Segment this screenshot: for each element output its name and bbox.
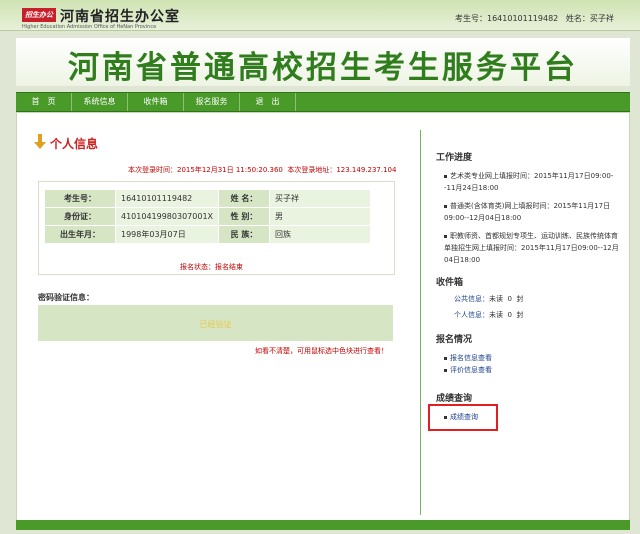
list-item: 艺术类专业网上填报时间：2015年11月17日09:00--11月24日18:0… [444, 170, 619, 194]
user-info: 考生号：16410101119482 姓名：买子祥 [455, 13, 614, 24]
top-bar: 招生办公 河南省招生办公室 Higher Education Admission… [0, 0, 640, 31]
exam-no: 16410101119482 [487, 14, 559, 23]
bullet-icon [444, 368, 447, 372]
exam-no-label: 考生号： [455, 14, 487, 23]
score-title: 成绩查询 [436, 394, 473, 404]
birth-label: 出生年月： [44, 225, 116, 244]
last-login-info: 本次登录时间：2015年12月31日 11:50:20.360 本次登录地址：1… [128, 165, 396, 175]
org-name-english: Higher Education Admission Office of HeN… [22, 24, 157, 30]
nav-system-info[interactable]: 系统信息 [72, 93, 128, 111]
inbox-public-status: 未读 [489, 295, 503, 303]
banner: 河南省普通高校招生考生服务平台 [16, 38, 630, 86]
bullet-icon [444, 415, 447, 419]
bullet-icon [444, 204, 447, 208]
main-nav: 首 页 系统信息 收件箱 报名服务 退 出 [16, 92, 630, 112]
list-item[interactable]: 成绩查询 [444, 411, 478, 423]
progress-item-text: 普通类(含体育类)网上填报时间：2015年11月17日09:00--12月04日… [444, 202, 611, 222]
password-verify-label: 密码验证信息： [38, 293, 94, 302]
view-evaluation-link[interactable]: 评价信息查看 [450, 366, 492, 374]
score-query-link[interactable]: 成绩查询 [450, 413, 478, 421]
exam-no-value: 16410101119482 [114, 189, 220, 208]
user-name-label: 姓名： [565, 14, 590, 23]
registration-status: 报名状态：报名结束 [180, 263, 243, 271]
progress-item-text: 艺术类专业网上填报时间：2015年11月17日09:00--11月24日18:0… [444, 172, 614, 192]
list-item: 普通类(含体育类)网上填报时间：2015年11月17日09:00--12月04日… [444, 200, 619, 224]
gender-value: 男 [269, 207, 372, 226]
progress-title: 工作进度 [436, 153, 473, 163]
inbox-personal-label: 个人信息： [454, 311, 489, 319]
profile-table: 考生号： 16410101119482 姓 名： 买子祥 身份证： 410104… [44, 189, 372, 244]
nav-registration[interactable]: 报名服务 [184, 93, 240, 111]
last-login-time: 2015年12月31日 11:50:20.360 [177, 166, 283, 174]
section-title: 个人信息 [50, 137, 99, 151]
down-arrow-icon [34, 134, 46, 149]
password-verify-text: 已经验证 [199, 320, 232, 329]
progress-list: 艺术类专业网上填报时间：2015年11月17日09:00--11月24日18:0… [444, 170, 619, 266]
inbox-personal-row[interactable]: 个人信息：未读 0 封 [454, 310, 523, 320]
inbox-personal-count: 0 [507, 311, 512, 319]
name-value: 买子祥 [269, 189, 372, 208]
id-label: 身份证： [44, 207, 116, 226]
inbox-public-label: 公共信息： [454, 295, 489, 303]
table-row: 出生年月： 1998年03月07日 民 族： 回族 [44, 225, 372, 244]
table-row: 身份证： 41010419980307001X 性 别： 男 [44, 207, 372, 226]
password-verify-block[interactable]: 已经验证 [38, 305, 393, 341]
bullet-icon [444, 234, 447, 238]
ethnic-value: 回族 [269, 225, 372, 244]
id-value: 41010419980307001X [114, 207, 220, 226]
bullet-icon [444, 174, 447, 178]
name-label: 姓 名： [218, 189, 271, 208]
logo: 招生办公 [22, 8, 56, 22]
column-divider [420, 130, 421, 515]
password-verify-hint: 如看不清楚，可用鼠标选中色块进行查看！ [255, 347, 388, 355]
inbox-personal-status: 未读 [489, 311, 503, 319]
last-login-addr-label: 本次登录地址： [287, 166, 337, 174]
inbox-public-unit: 封 [516, 295, 524, 303]
score-links: 成绩查询 [444, 411, 478, 423]
birth-value: 1998年03月07日 [114, 225, 220, 244]
inbox-public-count: 0 [507, 295, 512, 303]
list-item[interactable]: 评价信息查看 [444, 364, 492, 376]
registration-links: 报名信息查看 评价信息查看 [444, 352, 492, 376]
list-item[interactable]: 报名信息查看 [444, 352, 492, 364]
nav-logout[interactable]: 退 出 [240, 93, 296, 111]
table-row: 考生号： 16410101119482 姓 名： 买子祥 [44, 189, 372, 208]
gender-label: 性 别： [218, 207, 271, 226]
view-registration-link[interactable]: 报名信息查看 [450, 354, 492, 362]
exam-no-label: 考生号： [44, 189, 116, 208]
nav-home[interactable]: 首 页 [16, 93, 72, 111]
inbox-personal-unit: 封 [516, 311, 524, 319]
bullet-icon [444, 356, 447, 360]
platform-title: 河南省普通高校招生考生服务平台 [68, 50, 578, 86]
last-login-time-label: 本次登录时间： [128, 166, 177, 174]
org-name: 河南省招生办公室 [60, 9, 180, 25]
inbox-public-row[interactable]: 公共信息：未读 0 封 [454, 294, 523, 304]
inbox-title: 收件箱 [436, 278, 464, 288]
last-login-addr: 123.149.237.104 [336, 166, 397, 174]
user-name: 买子祥 [589, 14, 614, 23]
progress-item-text: 职教师资、首都规划专项生、运动训练、民族传统体育单独招生网上填报时间：2015年… [444, 232, 619, 264]
registration-title: 报名情况 [436, 335, 473, 345]
nav-inbox[interactable]: 收件箱 [128, 93, 184, 111]
footer-bar [16, 520, 630, 530]
list-item: 职教师资、首都规划专项生、运动训练、民族传统体育单独招生网上填报时间：2015年… [444, 230, 619, 266]
ethnic-label: 民 族： [218, 225, 271, 244]
